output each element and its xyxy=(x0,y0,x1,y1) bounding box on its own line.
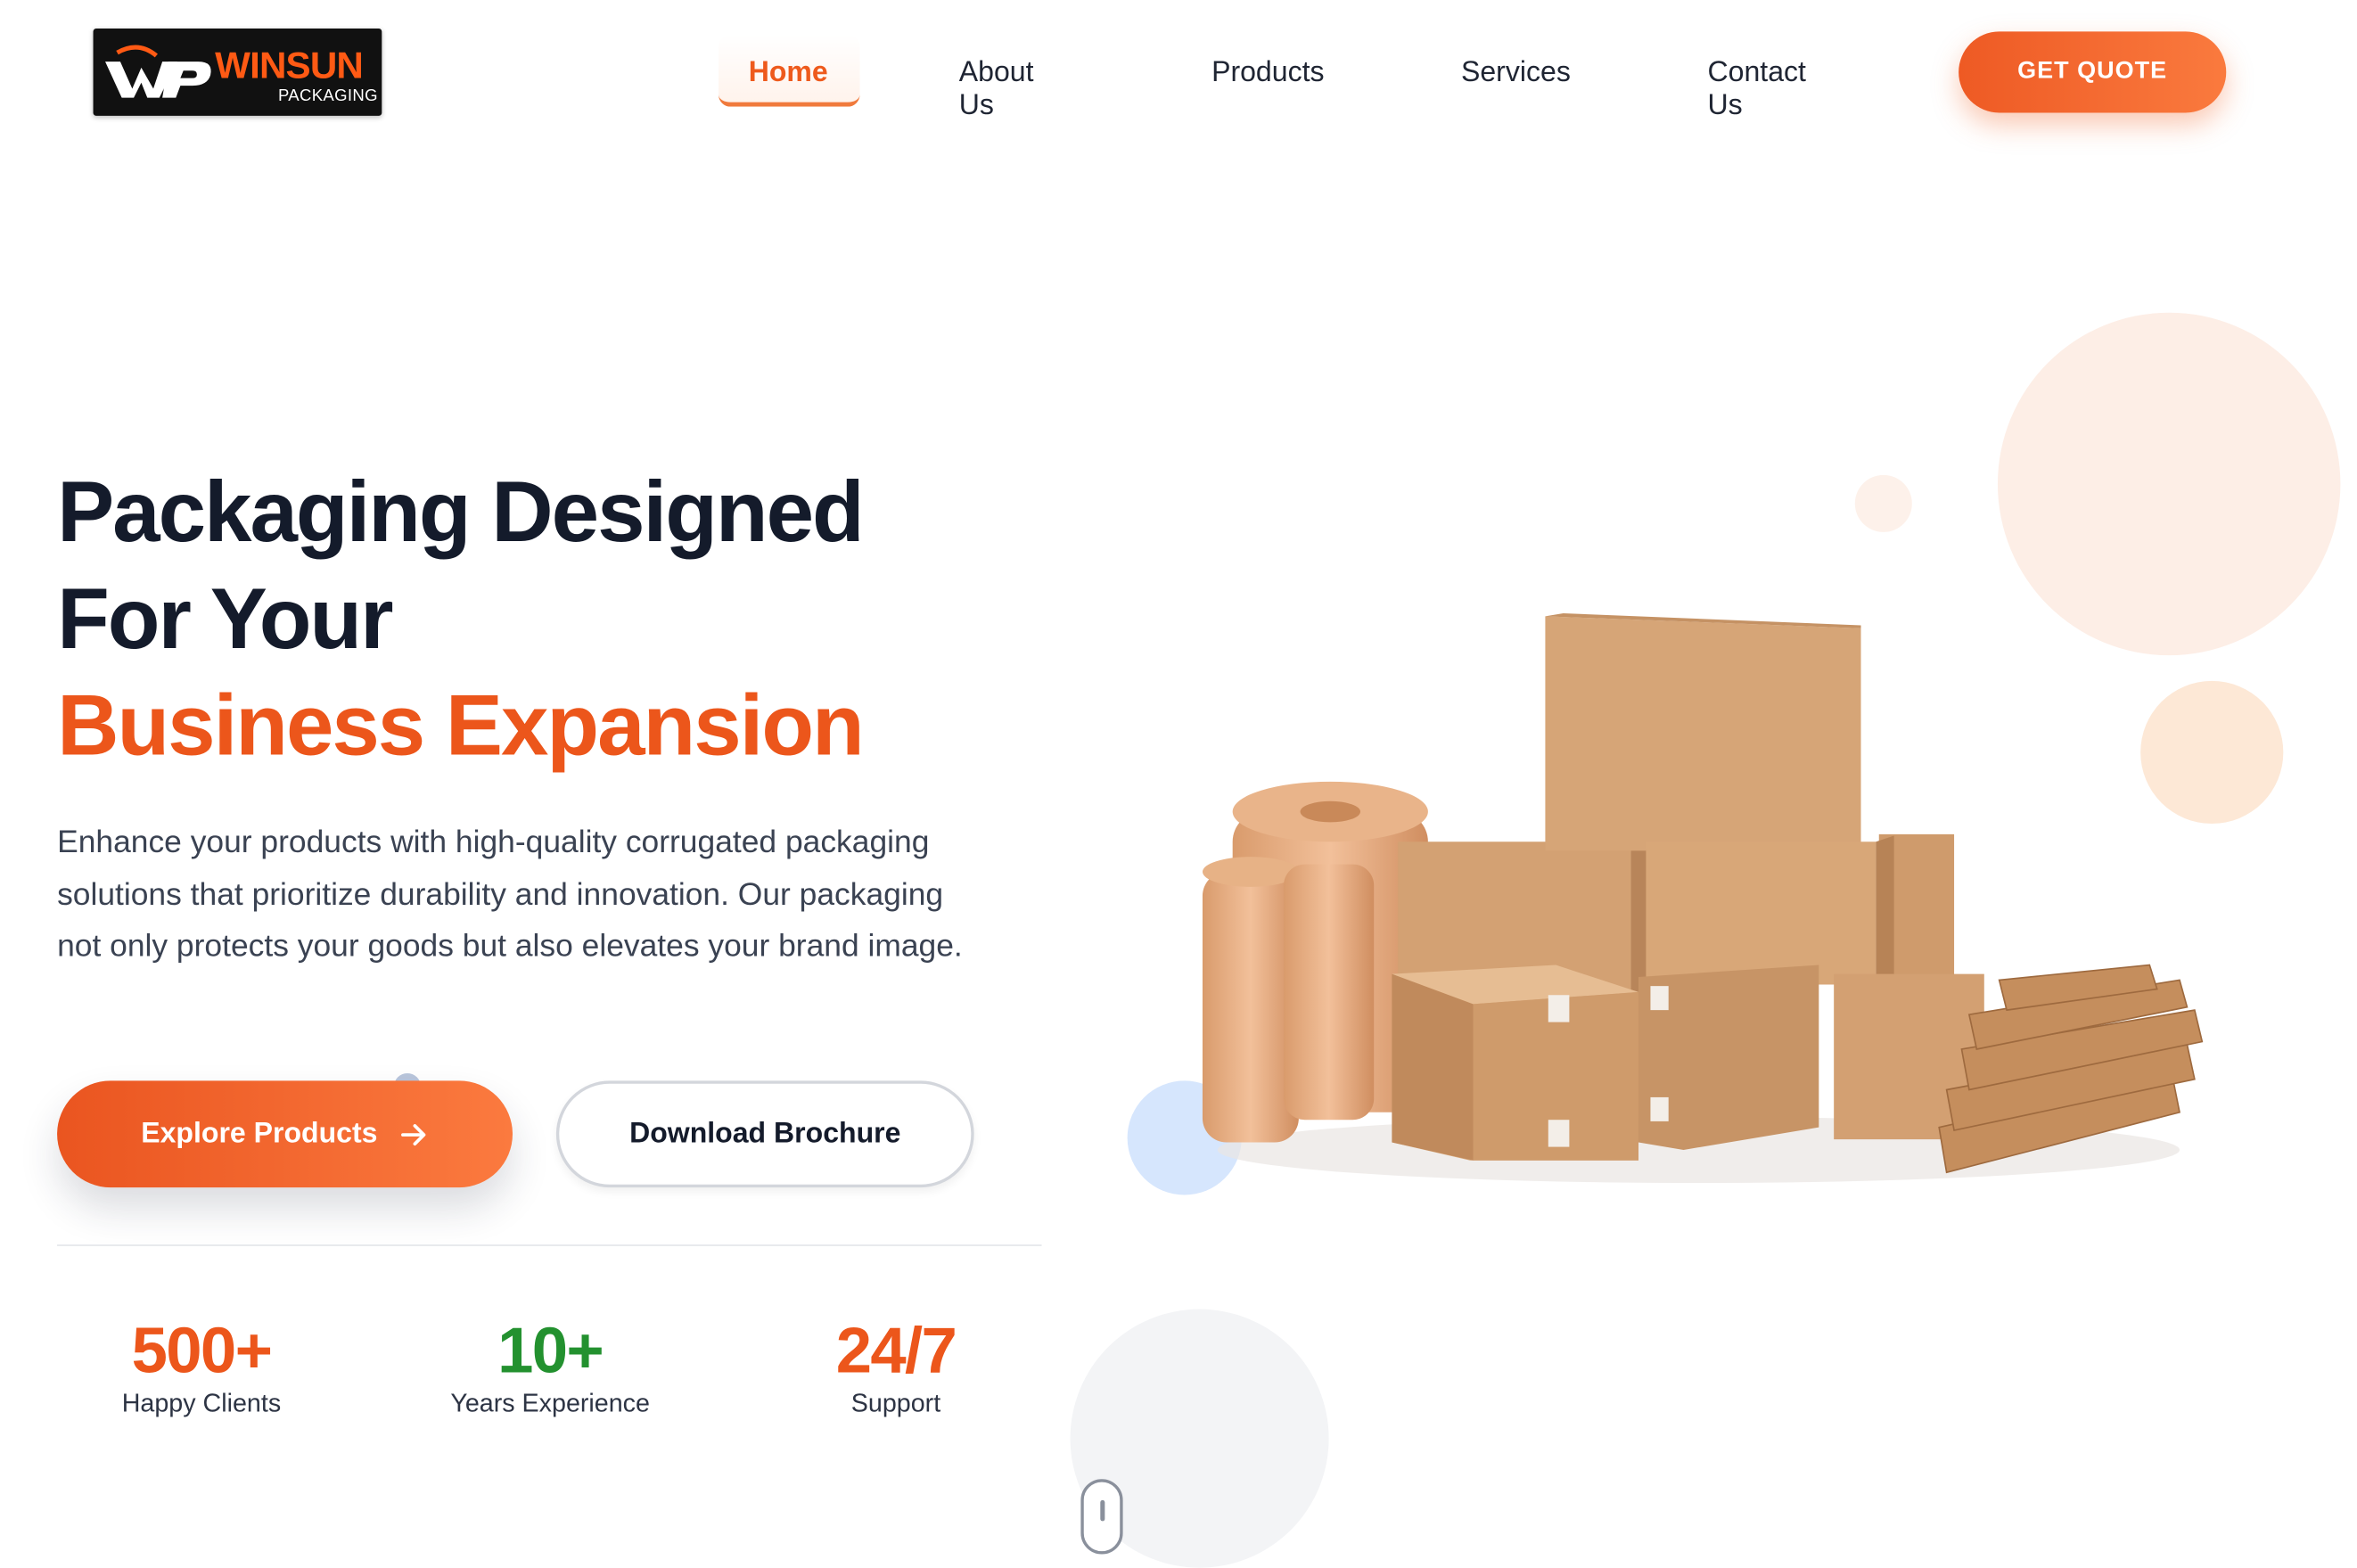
page: WINSUN PACKAGING Home About Us Products … xyxy=(0,0,2357,1568)
arrow-right-icon xyxy=(401,1123,426,1145)
logo-sub-text: PACKAGING xyxy=(277,86,378,106)
nav-contact-us[interactable]: Contact Us xyxy=(1708,57,1806,123)
stat-value: 500+ xyxy=(131,1315,273,1388)
hero-boxes-image xyxy=(1202,612,2204,1184)
get-quote-button[interactable]: GET QUOTE xyxy=(1959,31,2227,113)
nav-home[interactable]: Home xyxy=(749,57,828,90)
hero-title-line1: Packaging Designed xyxy=(57,464,865,561)
download-brochure-button[interactable]: Download Brochure xyxy=(555,1080,974,1188)
nav-about-us[interactable]: About Us xyxy=(959,57,1034,123)
mouse-scroll-icon[interactable] xyxy=(1080,1479,1123,1555)
stat-happy-clients: 500+ Happy Clients xyxy=(118,1310,286,1418)
logo[interactable]: WINSUN PACKAGING xyxy=(93,29,382,116)
hero-description: Enhance your products with high-quality … xyxy=(57,825,963,964)
hero-title-accent: Business Expansion xyxy=(57,677,865,775)
stat-label: Years Experience xyxy=(450,1389,650,1418)
hero-title-line2: For Your xyxy=(57,571,393,668)
nav-services[interactable]: Services xyxy=(1461,57,1571,90)
stat-support: 24/7 Support xyxy=(821,1310,972,1418)
stat-years-experience: 10+ Years Experience xyxy=(436,1310,664,1418)
nav-products[interactable]: Products xyxy=(1211,57,1324,90)
stat-value: 24/7 xyxy=(835,1315,957,1388)
explore-products-label: Explore Products xyxy=(141,1117,378,1150)
decor-circle-small xyxy=(1854,474,1912,532)
logo-brand-text: WINSUN xyxy=(215,45,364,87)
stat-value: 10+ xyxy=(497,1315,604,1388)
stat-label: Support xyxy=(850,1389,941,1418)
logo-mark-icon xyxy=(105,45,211,98)
explore-products-button[interactable]: Explore Products xyxy=(57,1080,513,1188)
stat-label: Happy Clients xyxy=(121,1389,282,1418)
hero-title: Packaging Designed For Your Business Exp… xyxy=(57,460,865,780)
stats-divider xyxy=(57,1244,1042,1246)
